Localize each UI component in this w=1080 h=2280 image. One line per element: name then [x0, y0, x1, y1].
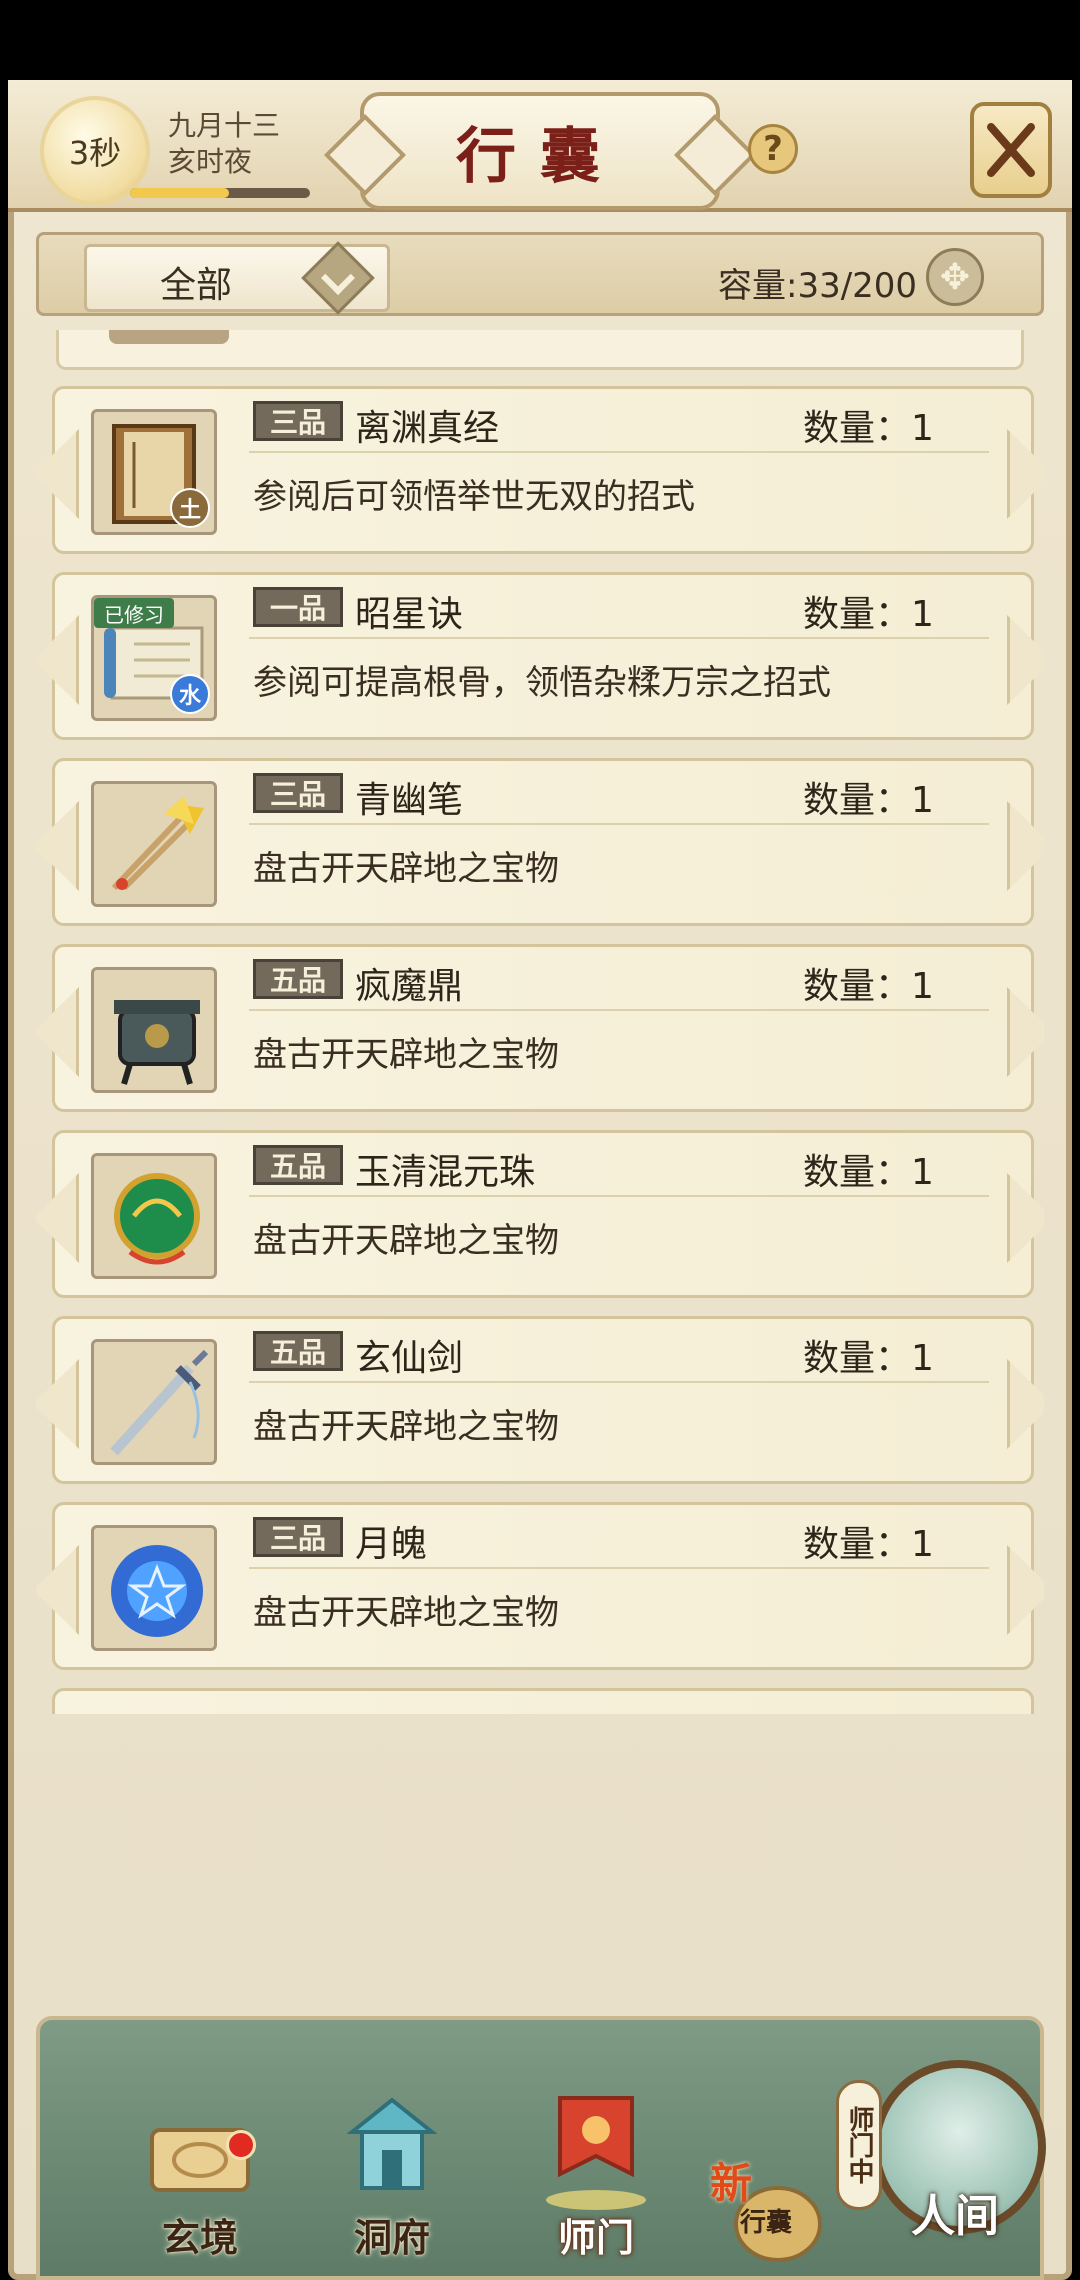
nav-renjian-label: 人间: [911, 2191, 999, 2242]
list-item[interactable]: 土 三品 离渊真经 数量：1 参阅后可领悟举世无双的招式: [52, 386, 1034, 554]
sword-icon: [91, 1339, 217, 1465]
cauldron-icon: [91, 967, 217, 1093]
banner-flag-icon: [546, 2096, 646, 2210]
item-quantity: 数量：1: [803, 966, 934, 1007]
grade-badge: 五品: [253, 1331, 343, 1371]
game-date: 九月十三: [168, 109, 281, 142]
blue-orb-icon: [91, 1525, 217, 1651]
item-description: 盘古开天辟地之宝物: [253, 1221, 559, 1261]
divider: [249, 451, 989, 453]
divider: [249, 637, 989, 639]
nav-xuanjing-label: 玄境: [161, 2215, 238, 2260]
list-item[interactable]: 五品 玉清混元珠 数量：1 盘古开天辟地之宝物: [52, 1130, 1034, 1298]
nav-shimen[interactable]: 师门: [526, 2070, 666, 2270]
divider: [249, 1381, 989, 1383]
list-item[interactable]: 三品 青幽笔 数量：1 盘古开天辟地之宝物: [52, 758, 1034, 926]
grade-badge: 五品: [253, 1145, 343, 1185]
game-time: 亥时夜: [168, 145, 253, 178]
item-description: 参阅可提高根骨，领悟杂糅万宗之招式: [253, 663, 831, 703]
brush-icon: [91, 781, 217, 907]
title-plaque: 行囊: [360, 92, 720, 210]
shimen-status-tag: 师门中: [836, 2080, 882, 2210]
divider: [249, 1567, 989, 1569]
book-icon: 土: [91, 409, 217, 535]
item-description: 盘古开天辟地之宝物: [253, 1035, 559, 1075]
item-name: 离渊真经: [355, 408, 500, 449]
item-name: 玄仙剑: [355, 1338, 464, 1379]
element-badge: 水: [170, 674, 210, 714]
item-quantity: 数量：1: [803, 594, 934, 635]
item-name: 月魄: [355, 1524, 428, 1565]
item-description: 盘古开天辟地之宝物: [253, 849, 559, 889]
learned-tag: 已修习: [94, 598, 174, 628]
item-name: 玉清混元珠: [355, 1152, 536, 1193]
help-button[interactable]: ?: [748, 124, 798, 174]
pavilion-icon: [346, 2097, 438, 2190]
item-quantity: 数量：1: [803, 408, 934, 449]
item-quantity: 数量：1: [803, 1152, 934, 1193]
nav-xuanjing[interactable]: 玄境: [130, 2070, 270, 2270]
bag-screen: 3秒 九月十三 亥时夜 行囊 ? 全部 容量:33/200 ✥ 土三品 离渊真经数…: [0, 0, 1080, 2280]
item-description: 盘古开天辟地之宝物: [253, 1407, 559, 1447]
expand-capacity-button[interactable]: ✥: [926, 248, 984, 306]
list-item[interactable]: 已修习水一品 昭星诀 数量：1 参阅可提高根骨，领悟杂糅万宗之招式: [52, 572, 1034, 740]
item-icon-partial: [109, 330, 229, 344]
grade-badge: 三品: [253, 401, 343, 441]
list-item-partial[interactable]: [52, 1688, 1034, 1714]
item-quantity: 数量：1: [803, 1524, 934, 1565]
nav-dongfu-label: 洞府: [353, 2215, 430, 2260]
item-name: 昭星诀: [355, 594, 464, 635]
item-quantity: 数量：1: [803, 780, 934, 821]
list-item[interactable]: 三品 月魄 数量：1 盘古开天辟地之宝物: [52, 1502, 1034, 1670]
item-name: 疯魔鼎: [355, 966, 464, 1007]
close-icon: [987, 123, 1035, 177]
plus-icon: ✥: [939, 256, 971, 298]
nav-bag-label: 行囊: [740, 2208, 793, 2238]
item-name: 青幽笔: [355, 780, 464, 821]
list-item[interactable]: 五品 玄仙剑 数量：1 盘古开天辟地之宝物: [52, 1316, 1034, 1484]
category-selected: 全部: [160, 265, 233, 306]
nav-shimen-label: 师门: [557, 2215, 634, 2260]
item-quantity: 数量：1: [803, 1338, 934, 1379]
help-icon: ?: [763, 129, 783, 169]
close-button[interactable]: [970, 102, 1052, 198]
divider: [249, 1195, 989, 1197]
divider: [249, 1009, 989, 1011]
grade-badge: 五品: [253, 959, 343, 999]
nav-bag[interactable]: 新 行囊: [710, 2150, 830, 2270]
shimen-status-text: 师门中: [844, 2106, 874, 2184]
divider: [249, 823, 989, 825]
item-description: 盘古开天辟地之宝物: [253, 1593, 559, 1633]
item-list[interactable]: 土三品 离渊真经 数量：1 参阅后可领悟举世无双的招式 已修习水一品 昭星诀 数量：1 参阅可…: [36, 330, 1044, 1714]
notification-dot: [226, 2130, 256, 2160]
grade-badge: 三品: [253, 773, 343, 813]
element-badge: 土: [170, 488, 210, 528]
nav-dongfu[interactable]: 洞府: [322, 2070, 462, 2270]
grade-badge: 一品: [253, 587, 343, 627]
item-description: 参阅后可领悟举世无双的招式: [253, 477, 695, 517]
scroll-icon: 已修习水: [91, 595, 217, 721]
capacity-label: 容量:33/200: [718, 266, 918, 306]
time-progress-fill: [130, 188, 229, 198]
page-title: 行囊: [456, 121, 624, 192]
timer-text: 3秒: [68, 134, 122, 172]
list-item[interactable]: 五品 疯魔鼎 数量：1 盘古开天辟地之宝物: [52, 944, 1034, 1112]
grade-badge: 三品: [253, 1517, 343, 1557]
jade-orb-icon: [91, 1153, 217, 1279]
list-item-partial[interactable]: [56, 330, 1024, 370]
time-progress-bar: [130, 188, 310, 198]
